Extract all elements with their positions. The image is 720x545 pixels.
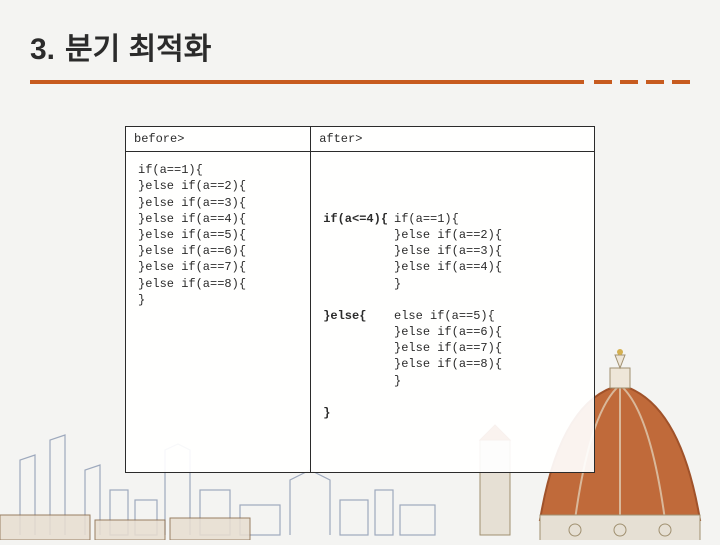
slide-title: 3. 분기 최적화	[30, 24, 690, 68]
after-code-cell: if(a<=4){ }else{ } if(a==1){ }else if(a=…	[311, 152, 595, 472]
table-header-before: before>	[126, 127, 311, 152]
title-underline	[30, 74, 690, 90]
title-number: 3.	[30, 33, 55, 67]
table-header-after: after>	[311, 127, 595, 152]
before-code-cell: if(a==1){ }else if(a==2){ }else if(a==3)…	[126, 152, 311, 472]
title-text: 분기 최적화	[65, 24, 211, 68]
code-comparison-table: before> after> if(a==1){ }else if(a==2){…	[125, 126, 595, 473]
